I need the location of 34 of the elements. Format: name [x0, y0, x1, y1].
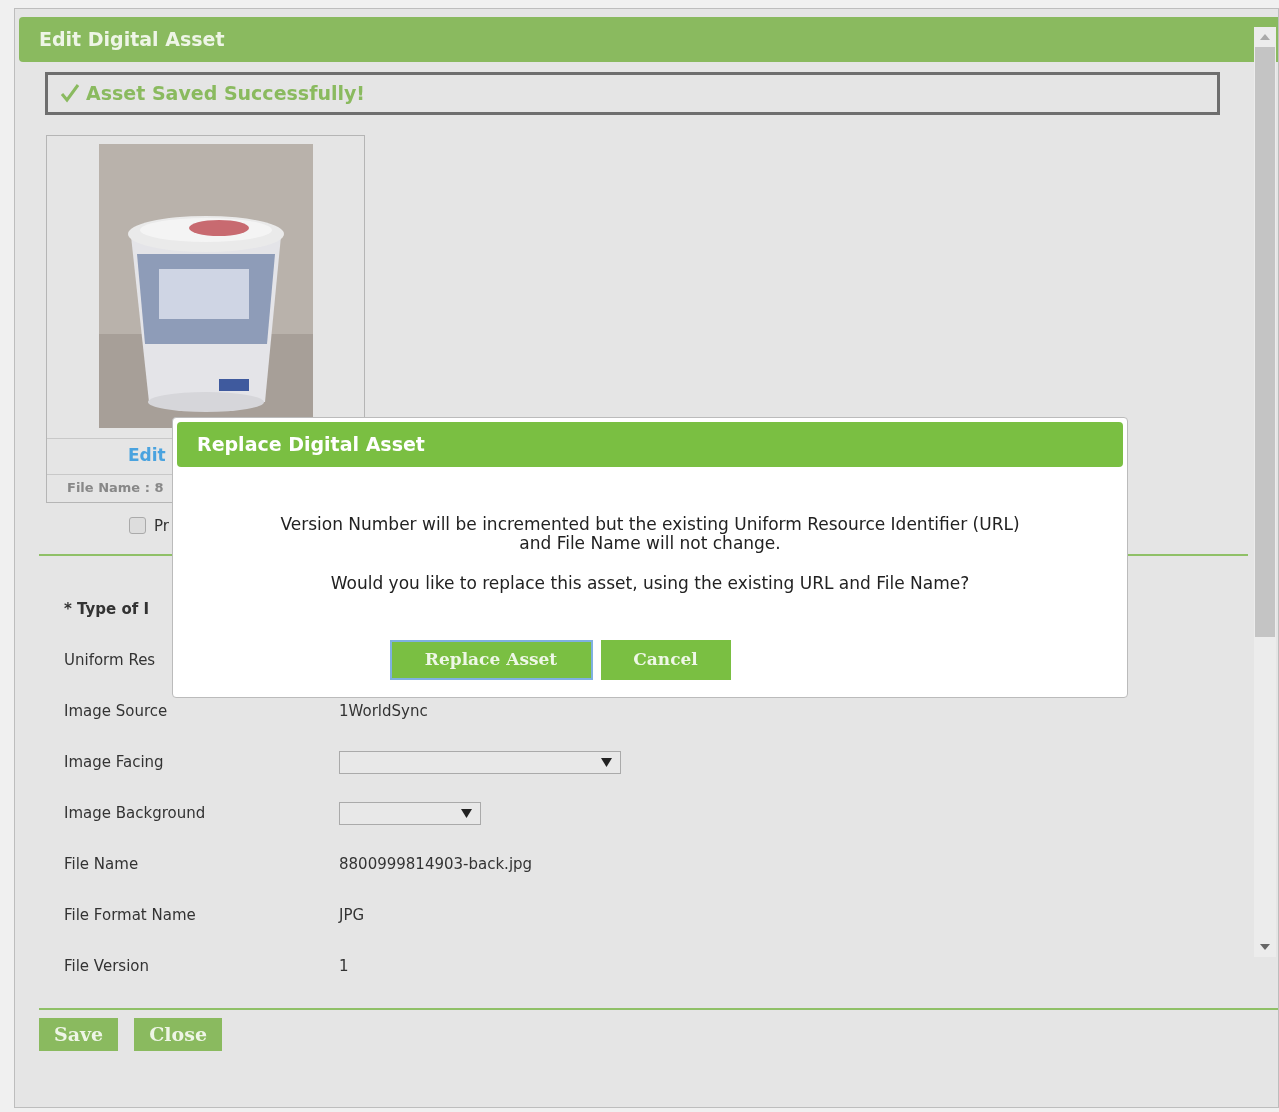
edit-link[interactable]: Edit	[128, 443, 166, 469]
field-label: * Type of I	[63, 599, 151, 621]
checkbox-label: Pr	[154, 515, 169, 537]
dropdown[interactable]	[339, 751, 621, 774]
checkbox[interactable]	[129, 517, 146, 535]
dialog-button[interactable]: Close	[134, 1018, 222, 1051]
modal-button[interactable]: Replace Asset	[389, 640, 593, 681]
modal-question: Would you like to replace this asset, using the existing URL and File Name?	[329, 571, 971, 595]
modal-button[interactable]: Cancel	[600, 640, 731, 681]
modal-message: Version Number will be incremented but the existing Uniform Resource Identifier (URL) and File Name will not change.	[279, 514, 1021, 553]
success-message: Asset Saved Successfully!	[86, 80, 365, 106]
field-label: File Format Name	[63, 905, 197, 927]
dropdown[interactable]	[339, 802, 481, 825]
checkmark-icon	[60, 83, 80, 103]
field-value: 1WorldSync	[339, 701, 428, 723]
field-label: Image Background	[63, 803, 207, 825]
scroll-up-icon[interactable]	[1260, 32, 1270, 41]
dialog-button[interactable]: Save	[39, 1018, 119, 1051]
modal-title: Replace Digital Asset	[177, 422, 1123, 467]
field-label: Uniform Res	[63, 650, 157, 672]
field-value: 8800999814903-back.jpg	[339, 854, 533, 876]
scrollbar[interactable]	[1254, 26, 1276, 957]
dropdown-arrow-icon	[601, 758, 612, 767]
field-label: File Name	[63, 854, 140, 876]
field-value: JPG	[339, 905, 365, 927]
dialog-title: Edit Digital Asset	[19, 17, 1278, 62]
field-label: File Version	[63, 956, 151, 978]
field-label: Image Facing	[63, 752, 165, 774]
scroll-down-icon[interactable]	[1260, 942, 1270, 951]
file-name-label: File Name : 8	[67, 479, 164, 498]
field-value: 1	[339, 956, 349, 978]
field-label: Image Source	[63, 701, 169, 723]
dropdown-arrow-icon	[461, 809, 472, 818]
scrollbar-thumb[interactable]	[1255, 46, 1275, 637]
